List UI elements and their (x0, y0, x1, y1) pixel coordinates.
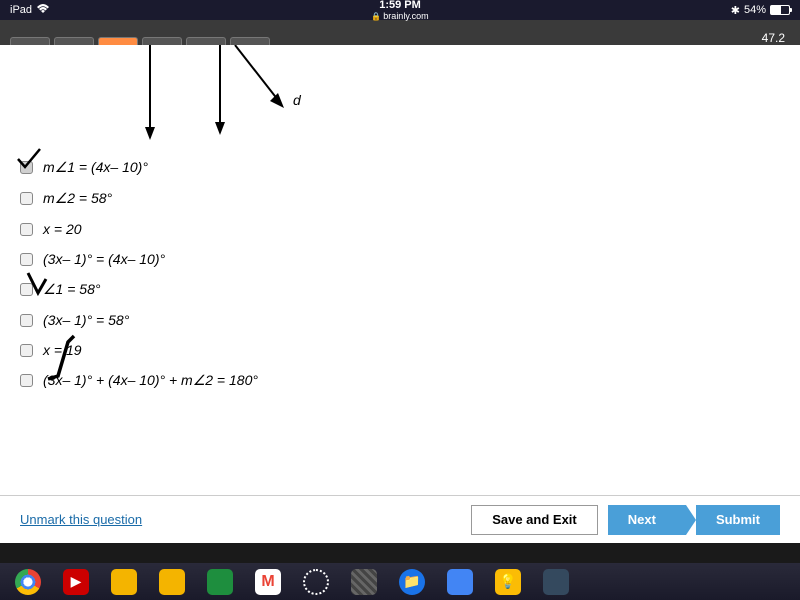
files-icon[interactable]: 📁 (399, 569, 425, 595)
option-8[interactable]: (3x– 1)° + (4x– 10)° + m∠2 = 180° (20, 372, 780, 389)
device-label: iPad (10, 4, 32, 16)
action-button-bar: Unmark this question Save and Exit Next … (0, 495, 800, 543)
tab-item[interactable] (10, 37, 50, 45)
checkbox[interactable] (20, 374, 33, 387)
tab-item[interactable] (186, 37, 226, 45)
tab-item[interactable] (230, 37, 270, 45)
bluetooth-icon: ✱ (731, 4, 740, 17)
spacer (0, 543, 800, 563)
answer-options: m∠1 = (4x– 10)° m∠2 = 58° x = 20 (3x– 1)… (20, 159, 780, 389)
ipad-status-bar: iPad 1:59 PM 🔒 brainly.com ✱ 54% (0, 0, 800, 20)
option-7[interactable]: x = 19 (20, 342, 780, 358)
browser-tab-bar: 47.2 (0, 20, 800, 45)
checkbox[interactable] (20, 314, 33, 327)
option-text: (3x– 1)° = 58° (43, 312, 129, 328)
loading-icon[interactable] (303, 569, 329, 595)
save-exit-button[interactable]: Save and Exit (471, 505, 598, 535)
keep-icon[interactable]: 💡 (495, 569, 521, 595)
geometry-diagram: d (20, 45, 320, 145)
slides-icon[interactable] (159, 569, 185, 595)
checkbox[interactable] (20, 344, 33, 357)
app-icon[interactable] (351, 569, 377, 595)
diagram-label-d: d (293, 92, 302, 108)
option-text: m∠1 = (4x– 10)° (43, 159, 148, 176)
option-text: ∠1 = 58° (43, 281, 100, 298)
option-text: (3x– 1)° + (4x– 10)° + m∠2 = 180° (43, 372, 258, 389)
unmark-link[interactable]: Unmark this question (20, 512, 142, 527)
battery-percent: 54% (744, 4, 766, 16)
docs-icon[interactable] (447, 569, 473, 595)
checkbox[interactable] (20, 192, 33, 205)
next-button[interactable]: Next (608, 505, 686, 535)
option-6[interactable]: (3x– 1)° = 58° (20, 312, 780, 328)
option-1[interactable]: m∠1 = (4x– 10)° (20, 159, 780, 176)
url-text: brainly.com (383, 11, 428, 21)
option-text: m∠2 = 58° (43, 190, 112, 207)
option-4[interactable]: (3x– 1)° = (4x– 10)° (20, 251, 780, 267)
lock-icon: 🔒 (371, 12, 381, 21)
clock: 1:59 PM (371, 0, 428, 11)
option-2[interactable]: m∠2 = 58° (20, 190, 780, 207)
gmail-icon[interactable]: M (255, 569, 281, 595)
submit-button[interactable]: Submit (696, 505, 780, 535)
option-5[interactable]: ∠1 = 58° (20, 281, 780, 298)
checkbox[interactable] (20, 253, 33, 266)
chromebook-dock: ▶ M 📁 💡 (0, 563, 800, 600)
tab-item[interactable] (54, 37, 94, 45)
option-text: x = 19 (43, 342, 82, 358)
chrome-icon[interactable] (15, 569, 41, 595)
slides-stack-icon[interactable] (111, 569, 137, 595)
option-3[interactable]: x = 20 (20, 221, 780, 237)
tab-score: 47.2 (762, 31, 790, 45)
checkbox[interactable] (20, 161, 33, 174)
classroom-icon[interactable] (207, 569, 233, 595)
option-text: x = 20 (43, 221, 82, 237)
checkbox[interactable] (20, 223, 33, 236)
checkbox[interactable] (20, 283, 33, 296)
calculator-icon[interactable] (543, 569, 569, 595)
tab-item[interactable] (142, 37, 182, 45)
question-content: d m∠1 = (4x– 10)° m∠2 = 58° x = 20 (3x– … (0, 45, 800, 495)
battery-icon (770, 5, 790, 15)
youtube-icon[interactable]: ▶ (63, 569, 89, 595)
url-bar: 🔒 brainly.com (371, 11, 428, 21)
option-text: (3x– 1)° = (4x– 10)° (43, 251, 165, 267)
tab-item-active[interactable] (98, 37, 138, 45)
wifi-icon (36, 4, 50, 17)
